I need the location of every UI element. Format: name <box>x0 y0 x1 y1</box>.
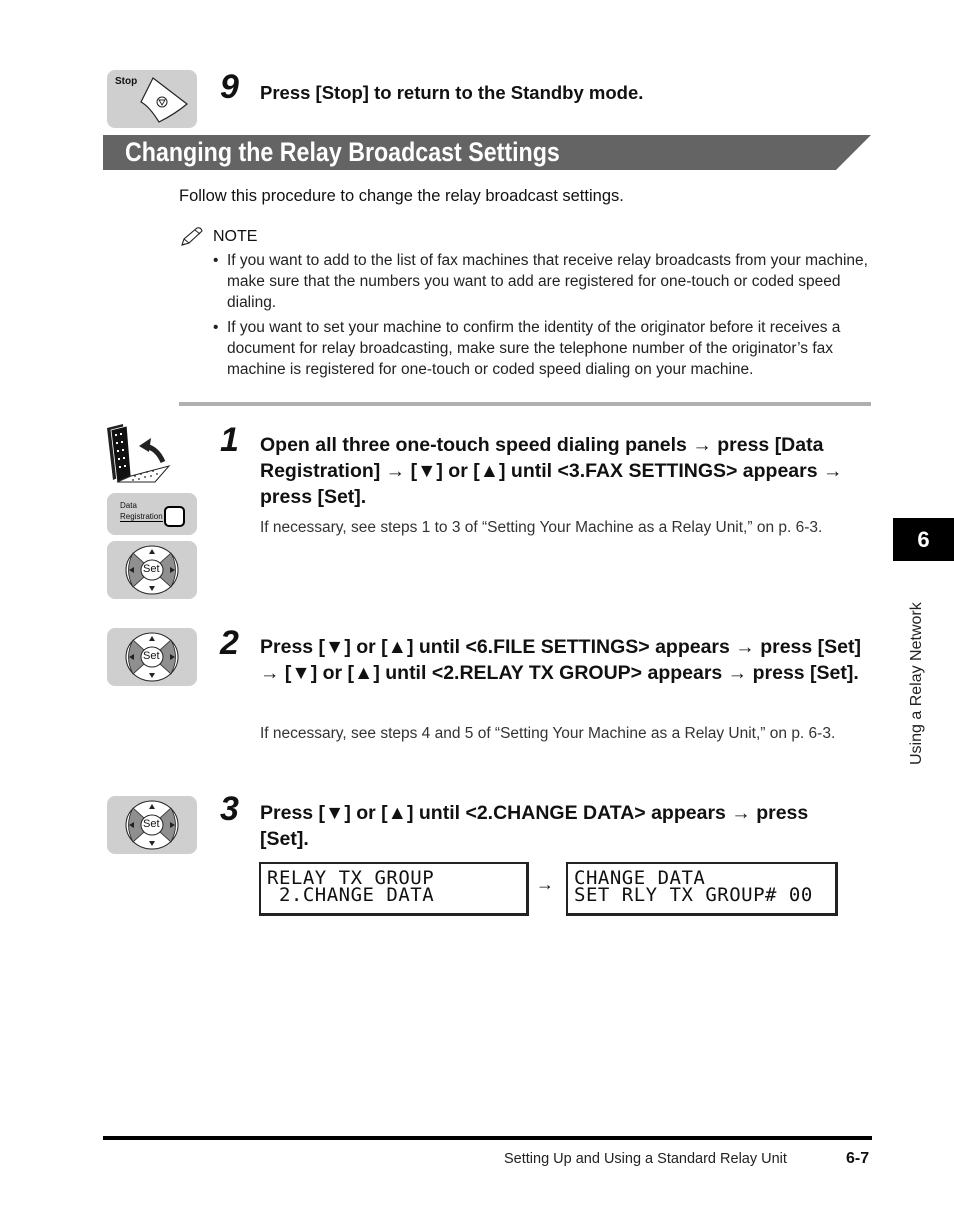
stop-key-label: Stop <box>115 76 138 87</box>
lcd-display-before: RELAY TX GROUP 2.CHANGE DATA <box>259 862 529 916</box>
step-1-title: Open all three one-touch speed dialing p… <box>260 434 843 508</box>
step-number-2: 2 <box>220 624 239 662</box>
set-dpad-key: Set <box>107 796 197 854</box>
stop-key-illustration: Stop <box>107 70 197 128</box>
step-1-note: If necessary, see steps 1 to 3 of “Setti… <box>260 519 823 536</box>
data-registration-button-icon <box>164 506 185 527</box>
note-bullet: If you want to set your machine to confi… <box>211 317 876 380</box>
data-registration-label-2: Registration <box>120 512 163 522</box>
step-number-1: 1 <box>220 421 239 459</box>
section-title: Changing the Relay Broadcast Settings <box>125 137 560 167</box>
set-dpad-key: Set <box>107 628 197 686</box>
set-key-label: Set <box>143 563 160 575</box>
lcd-display-after: CHANGE DATA SET RLY TX GROUP# 00 <box>566 862 838 916</box>
set-dpad-key: Set <box>107 541 197 599</box>
step-2-title: Press [▼] or [▲] until <6.FILE SETTINGS>… <box>260 636 861 684</box>
footer-rule <box>103 1136 872 1140</box>
step-2-note: If necessary, see steps 4 and 5 of “Sett… <box>260 725 836 742</box>
stop-icon <box>140 77 188 123</box>
footer-title: Setting Up and Using a Standard Relay Un… <box>504 1151 787 1167</box>
page-number: 6-7 <box>846 1150 870 1167</box>
step-3-title: Press [▼] or [▲] until <2.CHANGE DATA> a… <box>260 802 809 850</box>
step-9-text: Press [Stop] to return to the Standby mo… <box>260 82 644 103</box>
set-key-label: Set <box>143 650 160 662</box>
section-separator <box>179 402 871 406</box>
data-registration-key: Data Registration <box>107 493 197 535</box>
step-number-3: 3 <box>220 790 239 828</box>
note-bullet: If you want to add to the list of fax ma… <box>211 250 876 313</box>
step-number-9: 9 <box>220 68 239 106</box>
note-label: NOTE <box>213 228 258 245</box>
set-key-label: Set <box>143 818 160 830</box>
pencil-icon <box>181 227 203 246</box>
chapter-side-label: Using a Relay Network <box>908 602 925 765</box>
note-bullet-list: If you want to add to the list of fax ma… <box>211 250 876 384</box>
lcd-arrow: → <box>536 874 554 894</box>
speed-dial-panel-icon <box>107 424 171 483</box>
data-registration-label-1: Data <box>120 501 137 510</box>
intro-text: Follow this procedure to change the rela… <box>179 187 624 205</box>
chapter-tab: 6 <box>893 518 954 561</box>
